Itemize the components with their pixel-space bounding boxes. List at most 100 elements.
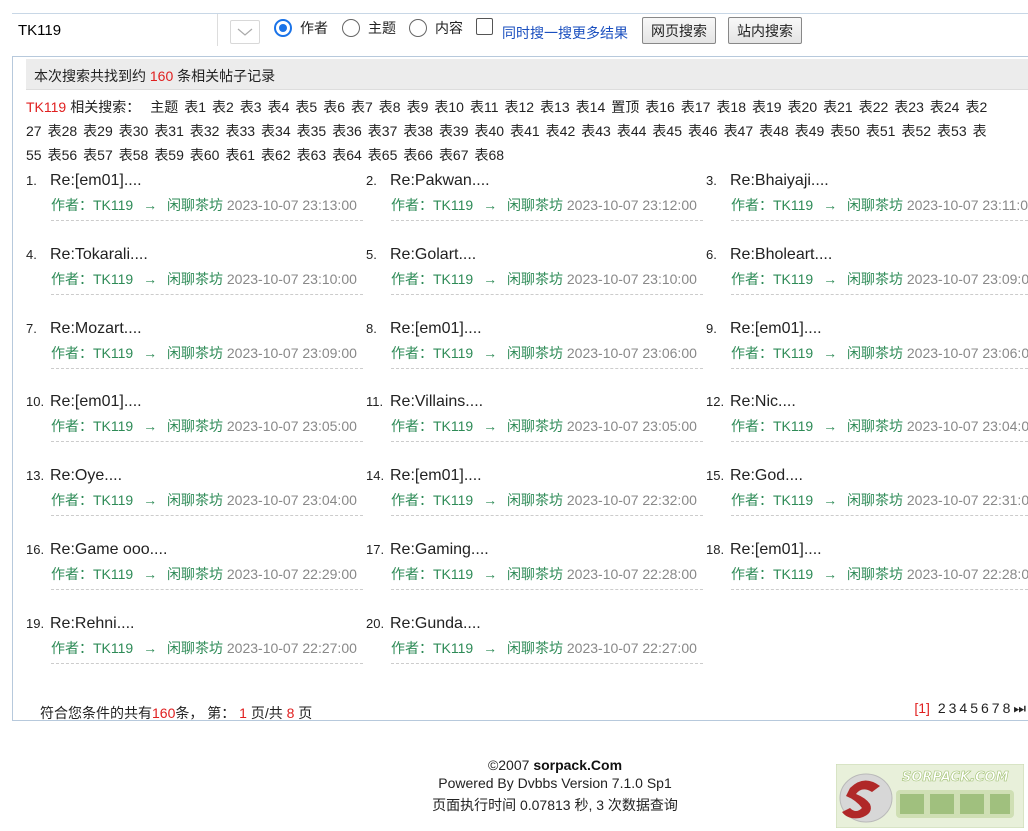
result-forum[interactable]: 闲聊茶坊: [847, 197, 903, 213]
result-title[interactable]: Re:Game ooo....: [50, 541, 167, 559]
result-forum[interactable]: 闲聊茶坊: [847, 566, 903, 582]
result-forum[interactable]: 闲聊茶坊: [847, 271, 903, 287]
result-title[interactable]: Re:Pakwan....: [390, 172, 490, 190]
related-tag[interactable]: 表68: [475, 147, 505, 163]
related-tag[interactable]: 表66: [403, 147, 433, 163]
related-tag[interactable]: 表36: [332, 123, 362, 139]
related-tag[interactable]: 表16: [645, 99, 675, 115]
result-forum[interactable]: 闲聊茶坊: [507, 640, 563, 656]
result-title[interactable]: Re:Gunda....: [390, 615, 481, 633]
related-tag[interactable]: 表52: [901, 123, 931, 139]
result-title[interactable]: Re:God....: [730, 467, 803, 485]
related-tag[interactable]: 表19: [752, 99, 782, 115]
related-tag[interactable]: 表20: [788, 99, 818, 115]
related-tag[interactable]: 表9: [407, 99, 429, 115]
related-tag[interactable]: 表3: [240, 99, 262, 115]
result-forum[interactable]: 闲聊茶坊: [847, 492, 903, 508]
result-forum[interactable]: 闲聊茶坊: [167, 640, 223, 656]
result-author[interactable]: 作者：TK119: [391, 418, 473, 434]
related-tag[interactable]: 表42: [546, 123, 576, 139]
related-tag[interactable]: 表1: [184, 99, 206, 115]
result-author[interactable]: 作者：TK119: [391, 492, 473, 508]
related-tag[interactable]: 表6: [323, 99, 345, 115]
related-tag[interactable]: 表44: [617, 123, 647, 139]
page-link[interactable]: 2: [938, 700, 946, 716]
result-title[interactable]: Re:Bhaiyaji....: [730, 172, 829, 190]
related-tag[interactable]: 表39: [439, 123, 469, 139]
related-tag[interactable]: 表34: [261, 123, 291, 139]
related-tag[interactable]: 表17: [681, 99, 711, 115]
result-author[interactable]: 作者：TK119: [391, 640, 473, 656]
result-forum[interactable]: 闲聊茶坊: [167, 566, 223, 582]
result-title[interactable]: Re:[em01]....: [730, 320, 822, 338]
result-title[interactable]: Re:[em01]....: [390, 320, 482, 338]
related-tag[interactable]: 表62: [261, 147, 291, 163]
radio-topic[interactable]: 主题: [342, 18, 396, 38]
also-search-checkbox[interactable]: [476, 18, 493, 35]
result-forum[interactable]: 闲聊茶坊: [507, 418, 563, 434]
related-tag[interactable]: 表12: [505, 99, 535, 115]
related-tag[interactable]: 表29: [83, 123, 113, 139]
result-author[interactable]: 作者：TK119: [391, 271, 473, 287]
related-tag[interactable]: 表49: [795, 123, 825, 139]
related-tag[interactable]: 表58: [119, 147, 149, 163]
related-tag[interactable]: 表65: [368, 147, 398, 163]
related-tag[interactable]: 表13: [540, 99, 570, 115]
result-title[interactable]: Re:[em01]....: [730, 541, 822, 559]
related-tag[interactable]: 表7: [351, 99, 373, 115]
result-title[interactable]: Re:Bholeart....: [730, 246, 832, 264]
result-author[interactable]: 作者：TK119: [51, 640, 133, 656]
result-author[interactable]: 作者：TK119: [391, 345, 473, 361]
related-tag[interactable]: 主题: [150, 99, 178, 115]
page-link[interactable]: 4: [959, 700, 967, 716]
result-author[interactable]: 作者：TK119: [391, 566, 473, 582]
result-author[interactable]: 作者：TK119: [731, 271, 813, 287]
related-tag[interactable]: 表22: [859, 99, 889, 115]
sorpack-logo[interactable]: SORPACK.COM: [835, 763, 1025, 829]
result-forum[interactable]: 闲聊茶坊: [167, 197, 223, 213]
search-dropdown[interactable]: [230, 20, 260, 44]
site-search-button[interactable]: 站内搜索: [728, 17, 802, 44]
related-tag[interactable]: 表37: [368, 123, 398, 139]
related-tag[interactable]: 表40: [475, 123, 505, 139]
result-title[interactable]: Re:Tokarali....: [50, 246, 148, 264]
related-tag[interactable]: 表: [973, 123, 987, 139]
related-tag[interactable]: 表5: [295, 99, 317, 115]
related-tag[interactable]: 表11: [470, 99, 499, 115]
related-tag[interactable]: 表31: [154, 123, 184, 139]
related-tag[interactable]: 表38: [403, 123, 433, 139]
result-forum[interactable]: 闲聊茶坊: [507, 566, 563, 582]
result-forum[interactable]: 闲聊茶坊: [847, 345, 903, 361]
result-forum[interactable]: 闲聊茶坊: [507, 345, 563, 361]
related-tag[interactable]: 表61: [225, 147, 255, 163]
result-forum[interactable]: 闲聊茶坊: [167, 492, 223, 508]
related-tag[interactable]: 表50: [830, 123, 860, 139]
radio-author[interactable]: 作者: [274, 18, 328, 38]
result-author[interactable]: 作者：TK119: [731, 492, 813, 508]
result-title[interactable]: Re:[em01]....: [50, 172, 142, 190]
related-tag[interactable]: 表46: [688, 123, 718, 139]
related-tag[interactable]: 表63: [297, 147, 327, 163]
search-input[interactable]: [12, 14, 218, 46]
result-title[interactable]: Re:Oye....: [50, 467, 122, 485]
result-author[interactable]: 作者：TK119: [391, 197, 473, 213]
result-author[interactable]: 作者：TK119: [51, 271, 133, 287]
related-tag[interactable]: 表51: [866, 123, 896, 139]
result-title[interactable]: Re:[em01]....: [50, 393, 142, 411]
result-title[interactable]: Re:[em01]....: [390, 467, 482, 485]
related-tag[interactable]: 表28: [48, 123, 78, 139]
result-forum[interactable]: 闲聊茶坊: [167, 345, 223, 361]
page-link[interactable]: 6: [981, 700, 989, 716]
radio-author-circle[interactable]: [274, 19, 292, 37]
result-title[interactable]: Re:Gaming....: [390, 541, 489, 559]
related-tag[interactable]: 表41: [510, 123, 540, 139]
page-link[interactable]: 7: [992, 700, 1000, 716]
related-tag[interactable]: 表2: [965, 99, 987, 115]
related-tag[interactable]: 表47: [724, 123, 754, 139]
related-tag[interactable]: 表60: [190, 147, 220, 163]
related-tag[interactable]: 表8: [379, 99, 401, 115]
result-forum[interactable]: 闲聊茶坊: [167, 271, 223, 287]
page-link[interactable]: 5: [970, 700, 978, 716]
related-tag[interactable]: 27: [26, 123, 42, 139]
related-tag[interactable]: 表43: [581, 123, 611, 139]
